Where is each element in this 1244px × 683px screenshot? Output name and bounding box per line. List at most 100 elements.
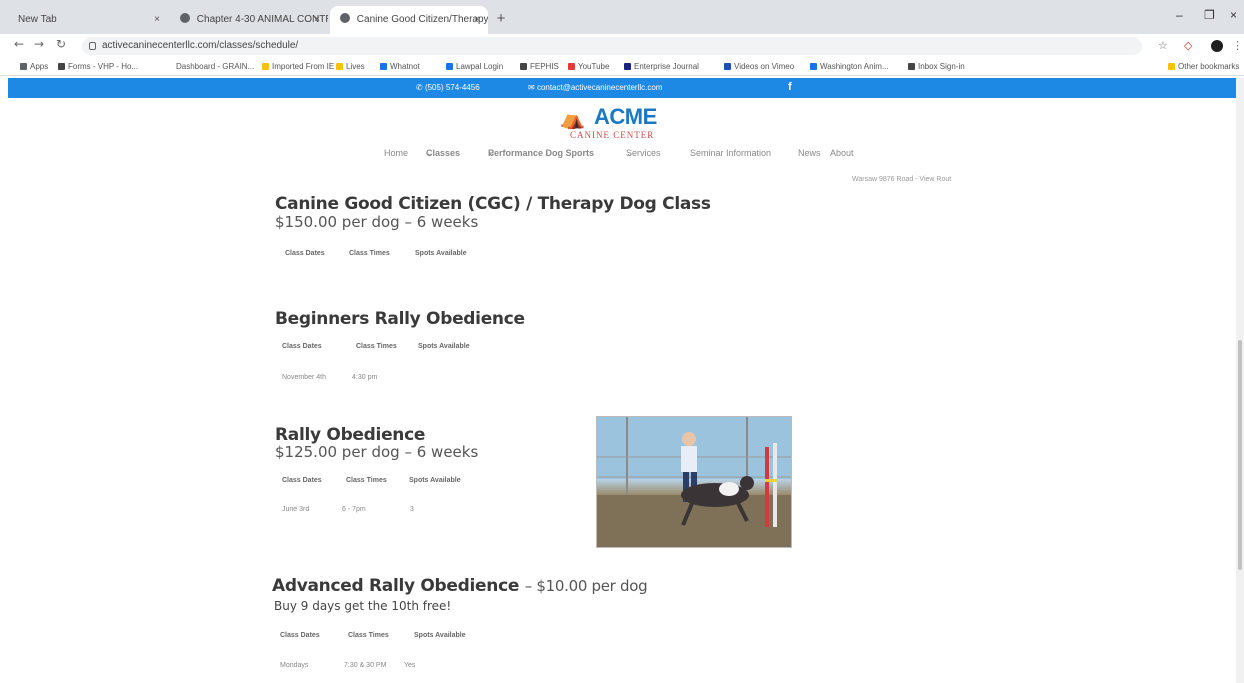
browser-tab-animal-control[interactable]: Chapter 4-30 ANIMAL CONTROL × [170,6,328,34]
column-header-times: Class Times [348,632,389,639]
bookmark-youtube[interactable]: YouTube [568,62,609,71]
bookmark-lawpal[interactable]: Lawpal Login [446,62,503,71]
site-logo[interactable]: ⛺ ACME CANINE CENTER [560,104,710,144]
globe-icon [340,13,350,23]
bookmark-favicon-icon [58,63,65,70]
new-tab-button[interactable]: + [492,10,510,28]
column-header-dates: Class Dates [285,250,325,257]
column-header-spots: Spots Available [418,343,470,350]
browser-tab-active[interactable]: Canine Good Citizen/Therapy × [330,6,488,34]
table-cell: Mondays [280,662,309,669]
bookmark-label: Lives [346,62,365,71]
site-contact-bar: ✆ (505) 574-4456 ✉ contact@activecaninec… [8,78,1236,98]
table-cell: June 3rd [282,506,310,513]
menu-dots-icon[interactable]: ⋮ [1232,39,1243,52]
dog-agility-photo [596,416,792,548]
restore-icon[interactable]: ❐ [1204,8,1215,22]
class-title-price: – $10.00 per dog [524,577,648,595]
column-header-dates: Class Dates [282,477,322,484]
bookmark-favicon-icon [446,63,453,70]
nav-seminar-information[interactable]: Seminar Information [690,148,771,158]
back-arrow-icon[interactable]: ← [14,37,24,51]
tab-label: Chapter 4-30 ANIMAL CONTROL [196,14,328,25]
class-title-text: Advanced Rally Obedience [272,576,520,596]
url-text: activecaninecenterllc.com/classes/schedu… [102,40,299,51]
vimeo-icon [724,63,731,70]
nav-about[interactable]: About [830,148,854,158]
bookmark-imported[interactable]: Imported From IE [262,62,334,71]
bookmark-lives[interactable]: Lives [336,62,365,71]
close-window-icon[interactable]: × [1230,8,1237,22]
bookmark-apps[interactable]: Apps [20,62,48,71]
bookmark-label: FEPHIS [530,62,559,71]
bookmark-label: Inbox Sign-in [918,62,965,71]
bookmark-washington[interactable]: Washington Anim... [810,62,889,71]
bookmark-label: Lawpal Login [456,62,504,71]
browser-tab-strip: New Tab × Chapter 4-30 ANIMAL CONTROL × … [0,0,1244,34]
bookmarks-bar: Apps Forms - VHP - Ho... Dashboard - GRA… [0,58,1244,76]
table-cell: 4:30 pm [352,374,378,381]
folder-icon [1168,63,1175,70]
bookmark-label: Whatnot [390,62,420,71]
class-title: Beginners Rally Obedience [275,309,525,329]
nav-label: Performance Dog Sports [488,148,595,158]
bookmark-inbox[interactable]: Inbox Sign-in [908,62,965,71]
chevron-down-icon: ⌄ [426,148,434,158]
bookmark-label: Dashboard - GRAIN... [176,62,255,71]
apps-grid-icon [20,63,27,70]
table-cell: 6 - 7pm [342,506,366,513]
nav-home[interactable]: Home [384,148,408,158]
dog-agility-illustration [597,417,791,547]
column-header-times: Class Times [346,477,387,484]
profile-avatar[interactable] [1211,40,1223,52]
column-header-times: Class Times [356,343,397,350]
youtube-icon [568,63,575,70]
close-icon[interactable]: × [154,6,160,34]
address-bar[interactable]: activecaninecenterllc.com/classes/schedu… [82,37,1142,55]
lock-icon [89,42,96,50]
dog-agility-icon: ⛺ [560,108,585,130]
bookmark-enterprise-journal[interactable]: Enterprise Journal [624,62,699,71]
minimize-icon[interactable]: – [1176,8,1183,22]
table-cell: 3 [410,506,414,513]
email-link[interactable]: ✉ contact@activecaninecenterllc.com [528,83,662,92]
logo-tagline: CANINE CENTER [570,130,655,140]
close-icon[interactable]: × [474,6,480,34]
close-icon[interactable]: × [314,6,320,34]
bookmark-label: Apps [30,62,49,71]
facebook-icon[interactable]: f [788,81,792,93]
side-note[interactable]: Warsaw 9876 Road - View Rout [852,176,951,183]
bookmark-favicon-icon [520,63,527,70]
bookmark-favicon-icon [624,63,631,70]
bookmark-fephis[interactable]: FEPHIS [520,62,559,71]
table-cell: November 4th [282,374,326,381]
bookmark-dashboard[interactable]: Dashboard - GRAIN... [176,62,254,71]
bookmark-label: YouTube [578,62,610,71]
class-price: $150.00 per dog – 6 weeks [275,213,479,231]
class-title: Rally Obedience [275,425,426,445]
table-cell: Yes [404,662,416,669]
bookmark-other[interactable]: Other bookmarks [1168,62,1239,71]
folder-icon [262,63,269,70]
column-header-dates: Class Dates [282,343,322,350]
browser-tab-new-tab[interactable]: New Tab × [8,6,168,34]
globe-icon [180,13,190,23]
class-title: Advanced Rally Obedience – $10.00 per do… [272,576,648,596]
phone-link[interactable]: ✆ (505) 574-4456 [416,83,480,92]
bookmark-favicon-icon [908,63,915,70]
bookmark-label: Forms - VHP - Ho... [68,62,139,71]
nav-news[interactable]: News [798,148,821,158]
bookmark-whatnot[interactable]: Whatnot [380,62,420,71]
column-header-spots: Spots Available [414,632,466,639]
reload-icon[interactable]: ↻ [56,37,66,51]
scrollbar-thumb[interactable] [1238,340,1242,570]
bookmark-vimeo[interactable]: Videos on Vimeo [724,62,794,71]
bookmark-label: Imported From IE [272,62,335,71]
bookmark-favicon-icon [810,63,817,70]
forward-arrow-icon[interactable]: → [34,37,44,51]
star-icon[interactable]: ☆ [1158,39,1168,52]
bookmark-forms[interactable]: Forms - VHP - Ho... [58,62,138,71]
class-title: Canine Good Citizen (CGC) / Therapy Dog … [275,194,711,214]
extension-icon[interactable]: ◇ [1184,39,1192,52]
class-subtitle: Buy 9 days get the 10th free! [274,599,452,613]
